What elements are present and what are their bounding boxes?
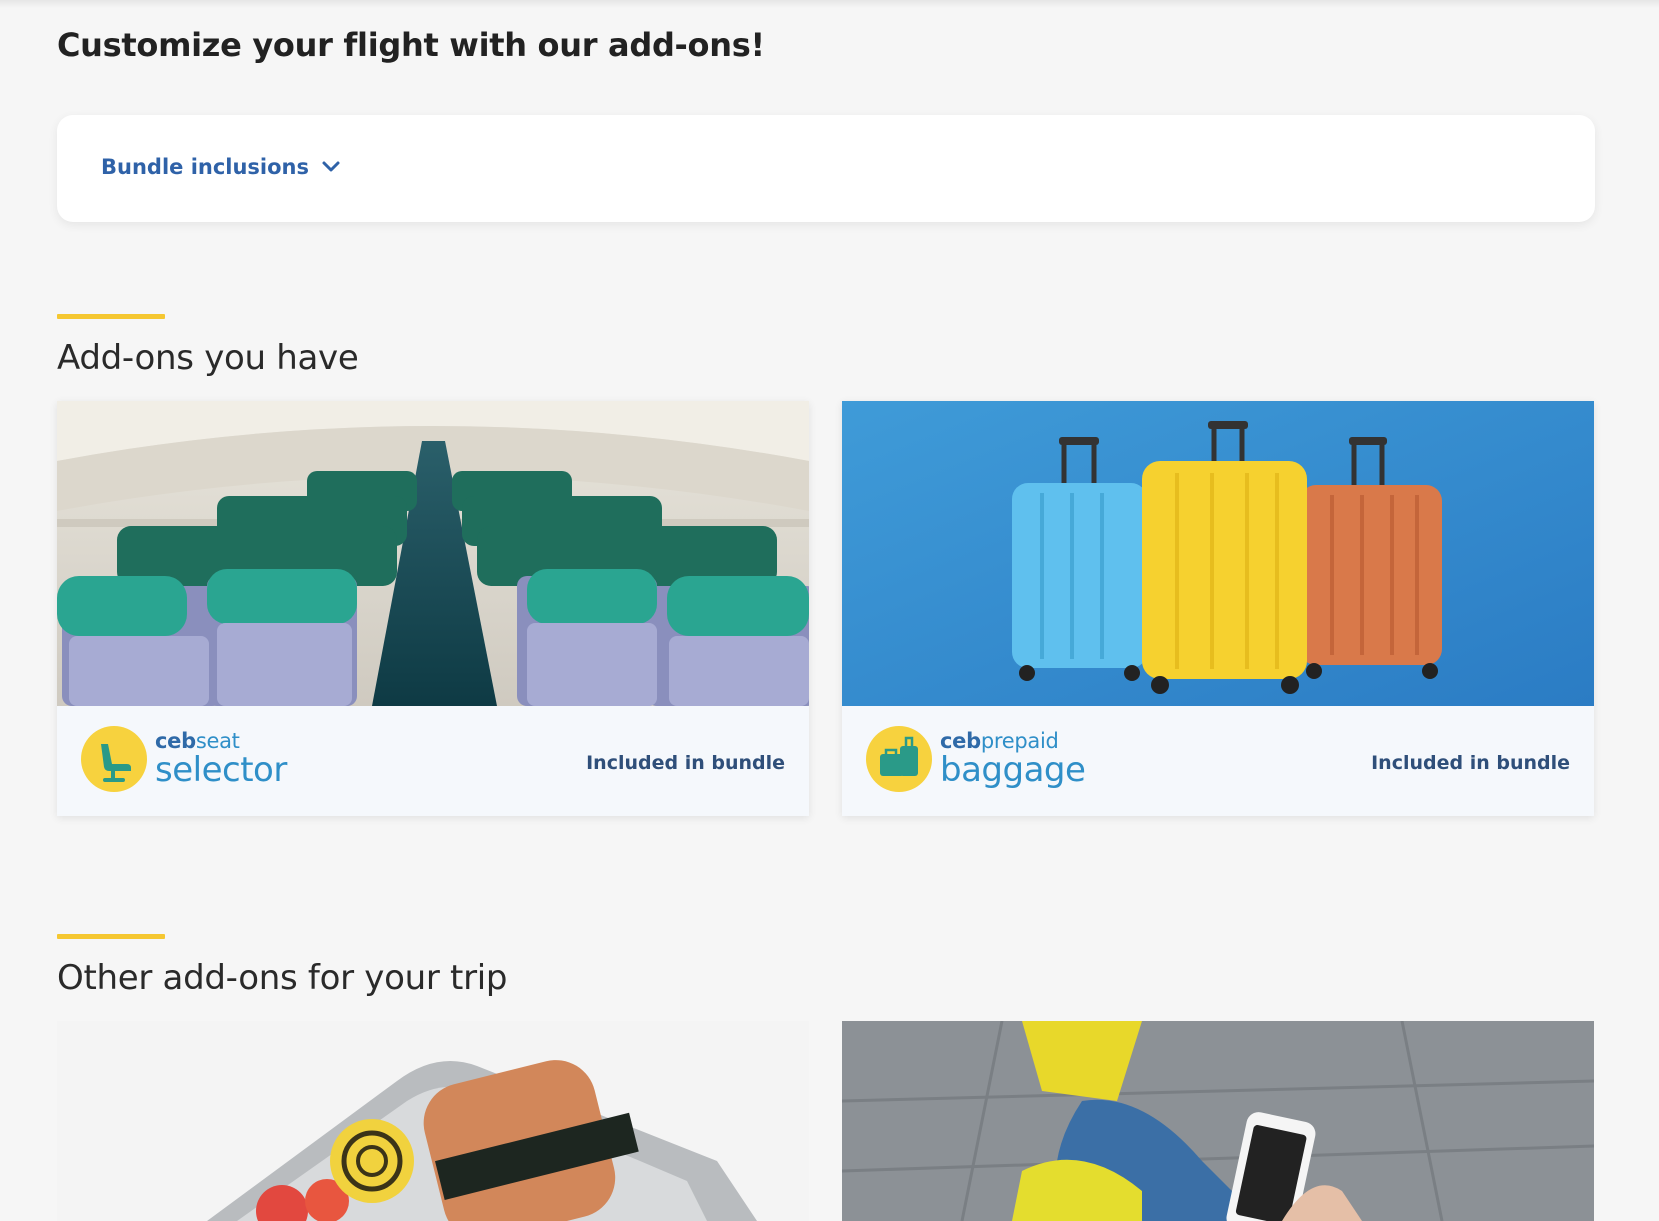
- chevron-down-icon: [322, 161, 340, 172]
- section-accent-bar: [57, 314, 165, 319]
- seat-icon: [81, 726, 147, 792]
- status-label: Included in bundle: [1371, 752, 1570, 774]
- in-flight-meal-image: [57, 1021, 809, 1221]
- card-footer: cebseat selector Included in bundle: [57, 706, 809, 816]
- status-label: Included in bundle: [586, 752, 785, 774]
- section-heading-addons-you-have: Add-ons you have: [57, 338, 359, 378]
- addon-card-meals[interactable]: [57, 1021, 809, 1221]
- addon-card-seat-selector[interactable]: cebseat selector Included in bundle: [57, 401, 809, 816]
- airplane-cabin-image: [57, 401, 809, 706]
- addon-card-travel-services[interactable]: [842, 1021, 1594, 1221]
- page-title: Customize your flight with our add-ons!: [57, 26, 765, 64]
- luggage-icon: [866, 726, 932, 792]
- bundle-inclusions-card: Bundle inclusions: [57, 115, 1595, 222]
- top-shadow: [0, 0, 1659, 8]
- card-footer: cebprepaid baggage Included in bundle: [842, 706, 1594, 816]
- bundle-inclusions-label: Bundle inclusions: [101, 155, 310, 179]
- cebprepaid-baggage-logo: cebprepaid baggage: [866, 726, 1086, 792]
- bundle-inclusions-toggle[interactable]: Bundle inclusions: [101, 155, 341, 179]
- section-heading-other-addons: Other add-ons for your trip: [57, 958, 508, 998]
- traveler-with-phone-image: [842, 1021, 1594, 1221]
- section-accent-bar: [57, 934, 165, 939]
- luggage-image: [842, 401, 1594, 706]
- cebseat-selector-logo: cebseat selector: [81, 726, 287, 792]
- addon-card-prepaid-baggage[interactable]: cebprepaid baggage Included in bundle: [842, 401, 1594, 816]
